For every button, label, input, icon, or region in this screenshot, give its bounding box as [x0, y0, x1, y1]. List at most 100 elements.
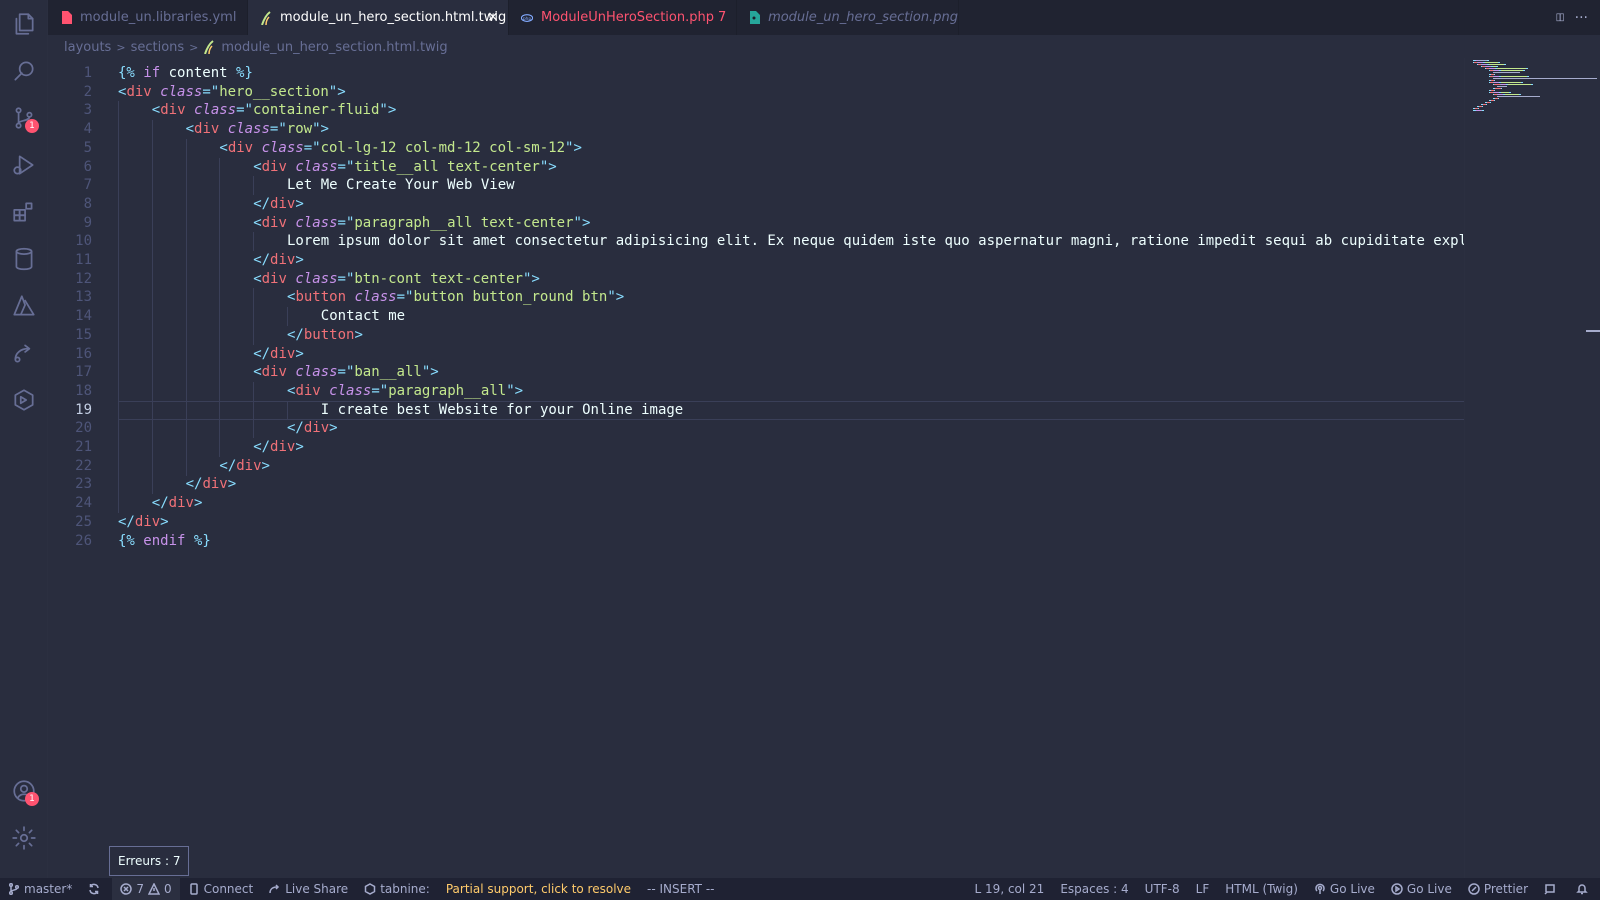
run-debug-icon	[13, 155, 34, 175]
code-token: ="	[337, 214, 355, 231]
prettier-button[interactable]: Prettier	[1460, 878, 1536, 900]
tab-libraries-yml[interactable]: module_un.libraries.yml	[48, 0, 248, 35]
code-line[interactable]: 1 {% if content %}	[48, 64, 1464, 83]
code-token: ">	[522, 270, 540, 287]
tab-module-php[interactable]: php ModuleUnHeroSection.php 7	[509, 0, 737, 35]
code-editor[interactable]: 1 {% if content %} 2 <div class="hero__sect…	[48, 58, 1464, 878]
code-line[interactable]: 12 <div class="btn-cont text-center">	[48, 269, 1464, 289]
code-content: <div class="ban__all">	[253, 363, 438, 382]
code-line[interactable]: 4 <div class="row">	[48, 120, 1464, 140]
minimap-stroke	[1494, 100, 1495, 101]
indent-guide	[253, 288, 255, 308]
extensions-button[interactable]	[0, 188, 48, 236]
line-number: 13	[75, 289, 92, 306]
remote-explorer-button[interactable]	[0, 376, 48, 424]
code-line[interactable]: 6 <div class="title__all text-center">	[48, 157, 1464, 177]
error-icon	[120, 883, 133, 895]
breadcrumb: layouts > sections > module_un_hero_sect…	[64, 36, 448, 58]
minimap[interactable]	[1464, 58, 1600, 878]
breadcrumb-item-file[interactable]: module_un_hero_section.html.twig	[221, 40, 447, 55]
code-line[interactable]: 14 Contact me	[48, 307, 1464, 327]
database-button[interactable]	[0, 235, 48, 283]
feedback-button[interactable]	[1536, 878, 1568, 900]
code-content: </div>	[253, 438, 304, 457]
search-button[interactable]	[0, 47, 48, 95]
code-token: div	[236, 457, 262, 474]
breadcrumb-item-layouts[interactable]: layouts	[64, 40, 111, 55]
live-share-status-button[interactable]: Live Share	[261, 878, 356, 900]
indent-guide	[151, 438, 153, 457]
code-token: >	[295, 439, 304, 455]
breadcrumb-item-sections[interactable]: sections	[131, 40, 185, 55]
code-token: </	[253, 252, 271, 268]
more-actions-icon[interactable]: ···	[1575, 10, 1588, 26]
editor-actions: ▯▯ ···	[1556, 0, 1588, 35]
go-live-button-2[interactable]: Go Live	[1383, 878, 1460, 900]
code-content: Let Me Create Your Web View	[287, 176, 515, 195]
code-line[interactable]: 5 <div class="col-lg-12 col-md-12 col-sm-…	[48, 138, 1464, 158]
live-share-icon	[14, 344, 31, 363]
code-line[interactable]: 25 </div>	[48, 513, 1464, 532]
code-line[interactable]: 10 Lorem ipsum dolor sit amet consectetur…	[48, 232, 1464, 252]
close-icon[interactable]: ×	[486, 10, 500, 24]
code-token: class	[354, 289, 397, 306]
code-line[interactable]: 22 </div>	[48, 456, 1464, 476]
indent-guide	[151, 194, 153, 214]
code-token: container-fluid	[252, 102, 380, 119]
code-line[interactable]: 9 <div class="paragraph__all text-center"…	[48, 213, 1464, 233]
code-line[interactable]: 26 {% endif %}	[48, 532, 1464, 551]
code-line[interactable]: 19 I create best Website for your Online …	[48, 400, 1464, 420]
code-line[interactable]: 17 <div class="ban__all">	[48, 363, 1464, 383]
encoding-selector[interactable]: UTF-8	[1137, 878, 1188, 900]
cursor-position[interactable]: L 19, col 21	[967, 878, 1053, 900]
error-count: 7	[136, 882, 144, 896]
twig-file-icon	[260, 10, 272, 25]
code-line[interactable]: 7 Let Me Create Your Web View	[48, 176, 1464, 196]
tabnine-status[interactable]: tabnine:	[356, 878, 438, 900]
language-mode-selector[interactable]: HTML (Twig)	[1217, 878, 1306, 900]
run-debug-button[interactable]	[0, 141, 48, 189]
source-control-button[interactable]: 1	[0, 94, 48, 142]
code-line[interactable]: 18 <div class="paragraph__all">	[48, 381, 1464, 401]
code-line[interactable]: 20 </div>	[48, 419, 1464, 439]
tab-hero-section-png[interactable]: module_un_hero_section.png	[737, 0, 959, 35]
indentation-selector[interactable]: Espaces : 4	[1052, 878, 1136, 900]
code-line[interactable]: 3 <div class="container-fluid">	[48, 101, 1464, 121]
settings-button[interactable]	[0, 814, 48, 862]
sync-button[interactable]	[80, 878, 112, 900]
indent-guide	[219, 438, 221, 457]
code-token: ">	[506, 382, 524, 399]
azure-button[interactable]	[0, 282, 48, 330]
branch-indicator[interactable]: master*	[0, 878, 80, 900]
notifications-button[interactable]	[1568, 878, 1600, 900]
go-live-button-1[interactable]: Go Live	[1306, 878, 1383, 900]
code-line[interactable]: 2 <div class="hero__section">	[48, 83, 1464, 102]
code-line[interactable]: 21 </div>	[48, 438, 1464, 457]
line-number: 7	[83, 177, 92, 194]
code-token: button	[303, 326, 355, 343]
explorer-button[interactable]	[0, 0, 48, 48]
accounts-button[interactable]: 1	[0, 767, 48, 815]
indent-guide	[151, 363, 153, 383]
live-share-button[interactable]	[0, 329, 48, 377]
code-line[interactable]: 16 </div>	[48, 344, 1464, 364]
code-token: class	[295, 158, 338, 175]
indent-guide	[151, 232, 153, 252]
activity-bar: 1 1	[0, 0, 48, 878]
indent-guide	[185, 438, 187, 457]
tabnine-resolve-link[interactable]: Partial support, click to resolve	[438, 878, 639, 900]
code-line[interactable]: 24 </div>	[48, 494, 1464, 514]
connect-button[interactable]: Connect	[180, 878, 262, 900]
indent-guide	[185, 419, 187, 439]
code-line[interactable]: 8 </div>	[48, 194, 1464, 214]
code-line[interactable]: 13 <button class="button button_round btn…	[48, 288, 1464, 308]
problems-indicator[interactable]: 7 0	[112, 878, 180, 900]
indent-guide	[151, 381, 153, 401]
code-line[interactable]: 11 </div>	[48, 251, 1464, 270]
code-line[interactable]: 23 </div>	[48, 475, 1464, 495]
tab-hero-section-twig[interactable]: module_un_hero_section.html.twig ×	[248, 0, 509, 35]
eol-selector[interactable]: LF	[1188, 878, 1218, 900]
code-content: </div>	[253, 195, 304, 214]
code-line[interactable]: 15 </button>	[48, 325, 1464, 345]
split-editor-icon[interactable]: ▯▯	[1556, 12, 1565, 23]
